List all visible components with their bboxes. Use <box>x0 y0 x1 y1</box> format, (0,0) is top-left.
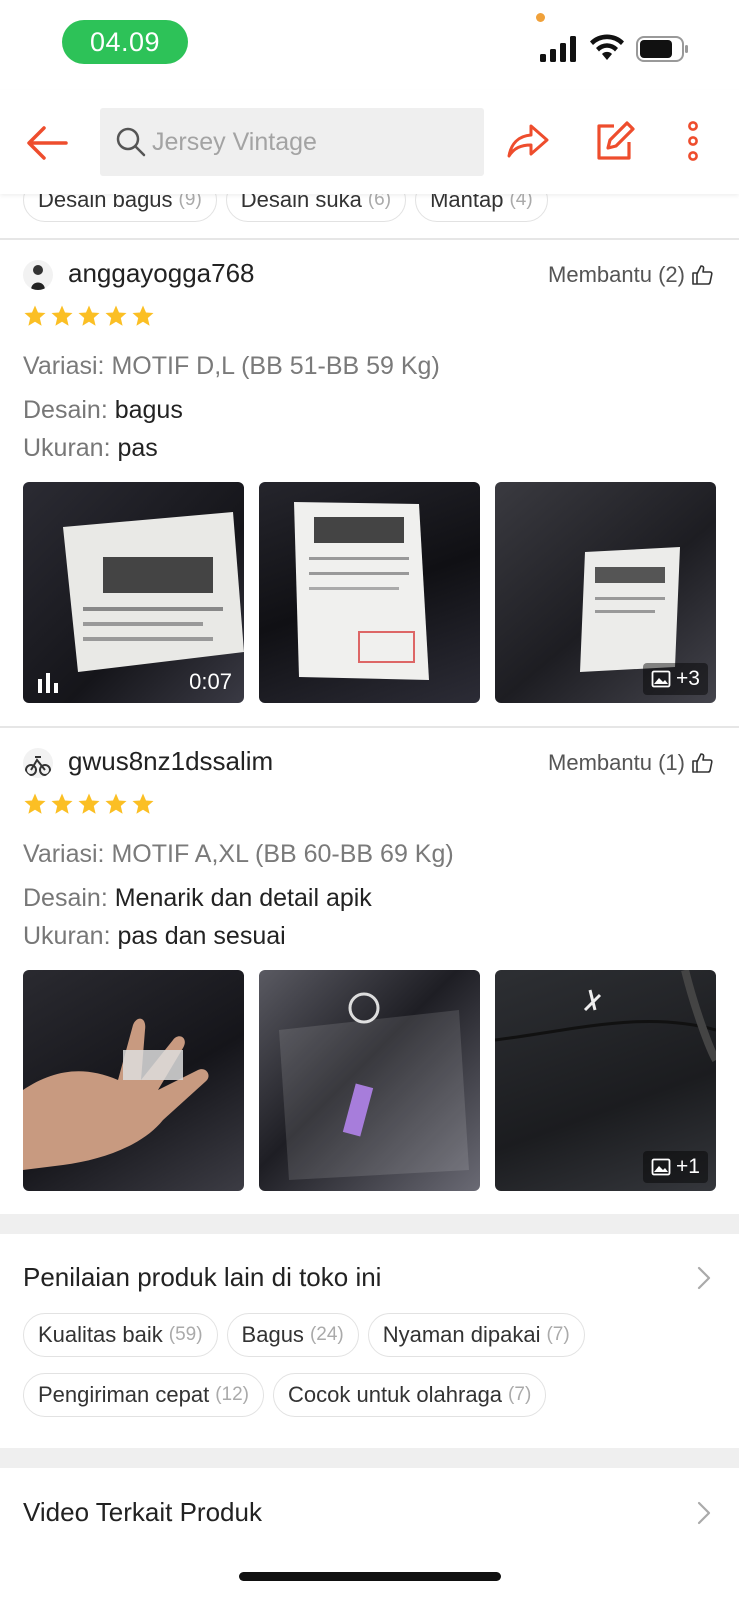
attribute-label: Ukuran: <box>23 434 111 462</box>
review-variant: Variasi: MOTIF A,XL (BB 60-BB 69 Kg) <box>23 840 454 868</box>
helpful-button[interactable]: Membantu (2) <box>548 262 713 288</box>
other-ratings-chips: Pengiriman cepat (12) Cocok untuk olahrag… <box>23 1373 547 1417</box>
rating-tag-chip[interactable]: Pengiriman cepat (12) <box>23 1373 265 1417</box>
star-icon <box>51 793 73 814</box>
attribute-value: pas <box>117 434 158 462</box>
review-photo-thumbnail[interactable] <box>259 482 480 703</box>
video-duration: 0:07 <box>189 669 232 694</box>
review-attribute-size: Ukuran: pas dan sesuai <box>23 922 286 951</box>
star-rating <box>23 304 155 328</box>
attribute-value: pas dan sesuai <box>117 922 286 950</box>
back-arrow-icon[interactable] <box>22 118 72 168</box>
attribute-label: Desain: <box>23 884 108 912</box>
image-icon <box>651 670 671 688</box>
image-icon <box>651 1158 671 1176</box>
review-variant: Variasi: MOTIF D,L (BB 51-BB 59 Kg) <box>23 352 440 380</box>
review-item: anggayogga768 Membantu (2) Variasi: MOTI… <box>0 240 739 726</box>
chip-count: (59) <box>168 1324 203 1345</box>
section-separator <box>0 1214 739 1234</box>
chip-label: Nyaman dipakai <box>382 1322 541 1347</box>
chevron-right-icon[interactable] <box>697 1266 711 1290</box>
chevron-right-icon[interactable] <box>697 1501 711 1525</box>
more-options-icon[interactable] <box>678 118 708 164</box>
search-bar[interactable] <box>100 108 484 176</box>
star-icon <box>105 793 127 814</box>
avatar[interactable] <box>23 260 53 290</box>
star-icon <box>78 305 100 326</box>
review-media-row: +1 <box>23 970 716 1191</box>
more-photos-badge: +3 <box>643 663 708 695</box>
related-video-title[interactable]: Video Terkait Produk <box>23 1497 262 1528</box>
reviewer-username[interactable]: gwus8nz1dssalim <box>68 746 273 777</box>
rating-tag-chip[interactable]: Cocok untuk olahraga (7) <box>273 1373 547 1417</box>
chip-count: (7) <box>508 1384 532 1405</box>
reviewer-username[interactable]: anggayogga768 <box>68 258 255 289</box>
more-photos-badge: +1 <box>643 1151 708 1183</box>
search-icon <box>116 127 146 157</box>
more-photos-count: +1 <box>676 1155 700 1178</box>
star-icon <box>78 793 100 814</box>
battery-icon <box>636 36 688 62</box>
thumbs-up-icon <box>692 753 713 773</box>
review-attribute-design: Desain: bagus <box>23 396 183 425</box>
review-item: gwus8nz1dssalim Membantu (1) Variasi: MO… <box>0 728 739 1214</box>
status-bar: 04.09 <box>0 0 739 90</box>
review-photo-thumbnail[interactable] <box>259 970 480 1191</box>
star-icon <box>24 305 46 326</box>
privacy-indicator-dot <box>536 13 545 22</box>
helpful-count: Membantu (1) <box>548 750 685 775</box>
rating-tag-chip[interactable]: Nyaman dipakai (7) <box>367 1313 585 1357</box>
status-time: 04.09 <box>62 20 188 64</box>
thumbs-up-icon <box>692 265 713 285</box>
chip-label: Cocok untuk olahraga <box>288 1382 503 1407</box>
star-icon <box>51 305 73 326</box>
edit-icon[interactable] <box>594 118 636 164</box>
review-media-row: 0:07 +3 <box>23 482 716 703</box>
other-ratings-title[interactable]: Penilaian produk lain di toko ini <box>23 1262 381 1293</box>
chip-label: Pengiriman cepat <box>38 1382 210 1407</box>
rating-tag-chip[interactable]: Kualitas baik (59) <box>23 1313 218 1357</box>
avatar[interactable] <box>23 748 53 778</box>
review-attribute-size: Ukuran: pas <box>23 434 158 463</box>
star-icon <box>24 793 46 814</box>
attribute-label: Desain: <box>23 396 108 424</box>
chip-count: (12) <box>215 1384 250 1405</box>
section-separator <box>0 1448 739 1468</box>
review-photo-thumbnail[interactable] <box>23 970 244 1191</box>
attribute-value: Menarik dan detail apik <box>114 884 372 912</box>
star-rating <box>23 792 155 816</box>
review-attribute-design: Desain: Menarik dan detail apik <box>23 884 372 913</box>
home-indicator[interactable] <box>239 1572 501 1581</box>
wifi-icon <box>590 34 624 60</box>
attribute-label: Ukuran: <box>23 922 111 950</box>
star-icon <box>132 305 154 326</box>
chip-count: (24) <box>309 1324 344 1345</box>
star-icon <box>132 793 154 814</box>
chip-count: (7) <box>546 1324 570 1345</box>
helpful-count: Membantu (2) <box>548 262 685 287</box>
review-video-thumbnail[interactable]: 0:07 <box>23 482 244 703</box>
top-nav-bar <box>0 90 739 194</box>
helpful-button[interactable]: Membantu (1) <box>548 750 713 776</box>
rating-tag-chip[interactable]: Bagus (24) <box>226 1313 359 1357</box>
share-icon[interactable] <box>505 118 551 164</box>
other-ratings-chips: Kualitas baik (59) Bagus (24) Nyaman dipak… <box>23 1313 585 1357</box>
star-icon <box>105 305 127 326</box>
cellular-signal-icon <box>540 36 576 62</box>
chip-label: Kualitas baik <box>38 1322 163 1347</box>
attribute-value: bagus <box>114 396 183 424</box>
review-photo-thumbnail[interactable]: +1 <box>495 970 716 1191</box>
more-photos-count: +3 <box>676 667 700 690</box>
review-photo-thumbnail[interactable]: +3 <box>495 482 716 703</box>
video-bars-icon <box>38 673 58 693</box>
chip-label: Bagus <box>241 1322 304 1347</box>
search-input[interactable] <box>152 127 462 157</box>
